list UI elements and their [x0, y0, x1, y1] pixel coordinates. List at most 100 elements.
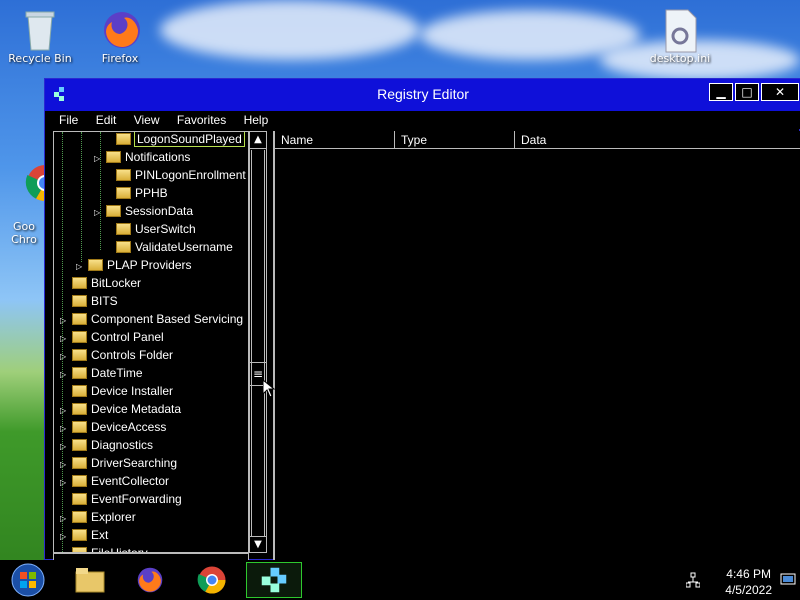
expand-arrow-icon[interactable]: ▷ — [94, 204, 102, 222]
folder-icon — [116, 169, 131, 181]
scroll-track[interactable] — [251, 150, 265, 536]
tree-node[interactable]: ▷ DeviceAccess — [60, 418, 166, 436]
tree-node[interactable]: UserSwitch — [104, 220, 196, 238]
tree-node-label: UserSwitch — [135, 222, 196, 236]
tree-node-label: Component Based Servicing — [91, 312, 244, 326]
tree-vertical-scrollbar[interactable]: ▲ ≡ ▼ — [249, 131, 267, 553]
tree-node[interactable]: ▷ Ext — [60, 526, 108, 544]
menu-bar: File Edit View Favorites Help — [45, 111, 800, 129]
folder-icon — [72, 367, 87, 379]
chrome-icon — [197, 566, 226, 594]
desktop-icon-recycle-bin[interactable]: Recycle Bin — [0, 8, 80, 65]
tree-node[interactable]: ▷ SessionData — [94, 202, 193, 220]
tree-node[interactable]: ▷ Component Based Servicing — [60, 310, 243, 328]
tree-guide-line — [81, 132, 82, 262]
taskbar-chrome[interactable] — [184, 562, 240, 598]
tree-node[interactable]: ▷ PLAP Providers — [76, 256, 192, 274]
registry-tree[interactable]: LogonSoundPlayed ▷ Notifications PINLogonEn… — [53, 131, 249, 553]
tree-node-label: EventForwarding — [91, 492, 182, 506]
system-clock[interactable]: 4:46 PM 4/5/2022 — [725, 566, 772, 598]
mouse-cursor — [262, 378, 276, 402]
tree-node[interactable]: ▷ Controls Folder — [60, 346, 173, 364]
scroll-down-button[interactable]: ▼ — [250, 536, 266, 553]
folder-icon — [88, 259, 103, 271]
menu-file[interactable]: File — [59, 111, 78, 129]
tree-node-label: Diagnostics — [91, 438, 154, 452]
maximize-button[interactable]: □ — [735, 83, 759, 101]
minimize-button[interactable]: ▁ — [709, 83, 733, 101]
tree-node-label: ValidateUsername — [135, 240, 233, 254]
tree-node-label: Notifications — [125, 150, 191, 164]
close-button[interactable]: ✕ — [761, 83, 799, 101]
column-header-data[interactable]: Data — [515, 131, 800, 149]
folder-icon — [72, 277, 87, 289]
menu-view[interactable]: View — [134, 111, 160, 129]
tree-node[interactable]: BITS — [60, 292, 118, 310]
taskbar-file-explorer[interactable] — [62, 562, 118, 598]
tree-node[interactable]: PINLogonEnrollment — [104, 166, 246, 184]
desktop-icon-label: desktop.ini — [649, 52, 711, 65]
network-icon[interactable] — [685, 572, 701, 588]
tree-node[interactable]: ▷ Diagnostics — [60, 436, 153, 454]
column-header-name[interactable]: Name — [275, 131, 395, 149]
tree-node[interactable]: BitLocker — [60, 274, 141, 292]
chrome-icon — [4, 150, 63, 202]
show-desktop-icon[interactable] — [780, 572, 796, 586]
tree-node[interactable]: PPHB — [104, 184, 168, 202]
column-header-type[interactable]: Type — [395, 131, 515, 149]
folder-icon — [72, 403, 87, 415]
tree-node[interactable]: ▷ Control Panel — [60, 328, 164, 346]
folder-icon — [116, 223, 131, 235]
tree-node-label: Device Installer — [91, 384, 174, 398]
desktop-icon-desktop-ini[interactable]: desktop.ini — [640, 8, 720, 65]
folder-icon — [72, 313, 87, 325]
tree-node-label: PINLogonEnrollment — [135, 168, 246, 182]
windows-logo-icon — [11, 563, 45, 597]
desktop-icon-label: Firefox — [101, 52, 139, 65]
taskbar-registry-editor[interactable] — [246, 562, 302, 598]
tree-node[interactable]: LogonSoundPlayed — [104, 132, 245, 148]
tree-node[interactable]: ValidateUsername — [104, 238, 233, 256]
tree-node-label: DriverSearching — [91, 456, 178, 470]
tree-node[interactable]: ▷ FileHistory — [60, 544, 148, 553]
scroll-up-button[interactable]: ▲ — [250, 132, 266, 149]
tree-node-label: DateTime — [91, 366, 143, 380]
tree-node[interactable]: ▷ Notifications — [94, 148, 190, 166]
expand-arrow-icon[interactable]: ▷ — [94, 150, 102, 168]
folder-icon — [72, 529, 87, 541]
desktop-icon-firefox[interactable]: Firefox — [80, 8, 160, 65]
taskbar-firefox[interactable] — [122, 562, 178, 598]
recycle-bin-icon — [20, 8, 60, 51]
tree-node[interactable]: Device Installer — [60, 382, 173, 400]
tree-node-label: BitLocker — [91, 276, 142, 290]
tree-node[interactable]: ▷ Device Metadata — [60, 400, 181, 418]
values-list[interactable]: Name Type Data — [273, 131, 800, 561]
tree-node[interactable]: ▷ DriverSearching — [60, 454, 177, 472]
tree-node[interactable]: ▷ Explorer — [60, 508, 136, 526]
menu-edit[interactable]: Edit — [96, 111, 117, 129]
menu-favorites[interactable]: Favorites — [177, 111, 226, 129]
clock-time: 4:46 PM — [726, 567, 771, 581]
folder-icon — [75, 568, 105, 593]
settings-file-icon — [660, 8, 700, 53]
tree-node[interactable]: ▷ DateTime — [60, 364, 143, 382]
tree-node-label: DeviceAccess — [91, 420, 167, 434]
tree-node-label: Ext — [91, 528, 109, 542]
start-button[interactable] — [0, 562, 56, 598]
tree-node-label: Device Metadata — [91, 402, 182, 416]
menu-help[interactable]: Help — [244, 111, 269, 129]
folder-icon — [72, 475, 87, 487]
tree-node-label: PLAP Providers — [107, 258, 192, 272]
tree-node[interactable]: ▷ EventCollector — [60, 472, 169, 490]
expand-arrow-icon[interactable]: ▷ — [60, 546, 68, 552]
tree-node[interactable]: EventForwarding — [60, 490, 182, 508]
tree-node-label: FileHistory — [91, 546, 148, 553]
folder-icon — [116, 187, 131, 199]
tree-node-label: LogonSoundPlayed — [134, 132, 245, 147]
folder-icon — [72, 295, 87, 307]
folder-icon — [72, 457, 87, 469]
folder-icon — [72, 439, 87, 451]
title-bar[interactable]: Registry Editor ▁ □ ✕ — [45, 79, 800, 111]
folder-icon — [72, 511, 87, 523]
cloud — [160, 0, 420, 60]
